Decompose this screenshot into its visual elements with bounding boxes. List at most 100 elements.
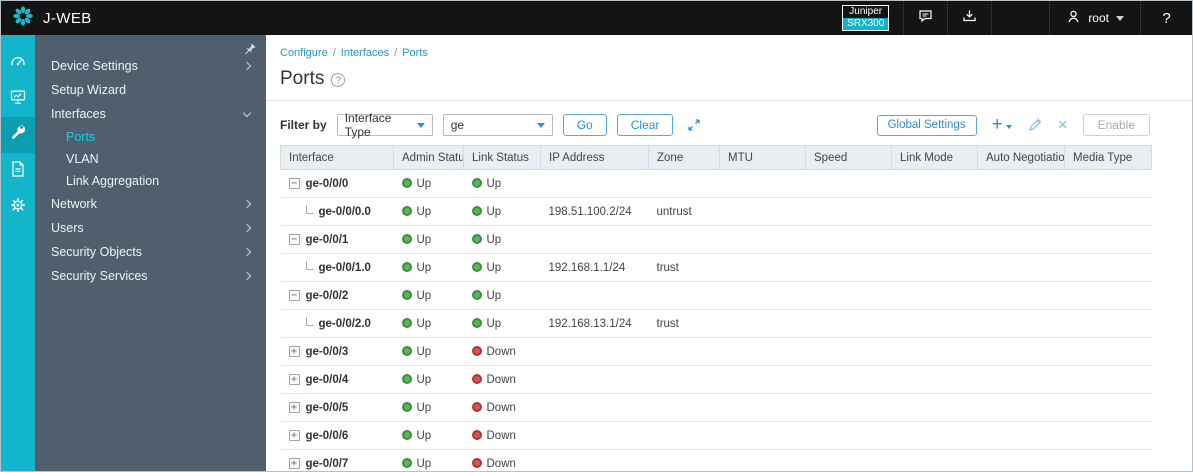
nav-administration-button[interactable] — [1, 189, 35, 225]
download-button[interactable] — [947, 1, 991, 35]
row-expander-icon[interactable]: + — [288, 458, 300, 469]
column-header[interactable]: Auto Negotiation... — [977, 145, 1065, 170]
sidebar-item-security-services[interactable]: Security Services — [35, 264, 266, 288]
filter-query-select[interactable]: ge — [442, 114, 553, 136]
auto-negotiation-cell — [977, 421, 1065, 450]
admin-status-label: Up — [416, 429, 432, 442]
fullscreen-expand-icon[interactable] — [687, 118, 701, 132]
table-row[interactable]: ge-0/0/2.0 Up Up 192.168.13.1/24 trust — [280, 309, 1152, 338]
filter-type-select[interactable]: Interface Type — [336, 111, 433, 139]
app-title: J-WEB — [43, 9, 92, 27]
ip-address-cell — [540, 449, 649, 471]
row-expander-icon[interactable]: + — [288, 346, 300, 357]
filter-by-label: Filter by — [280, 118, 327, 132]
global-settings-button[interactable]: Global Settings — [876, 114, 977, 136]
breadcrumb-ports[interactable]: Ports — [402, 47, 428, 59]
zone-cell — [648, 365, 720, 394]
link-status-dot — [471, 402, 482, 412]
table-row[interactable]: + ge-0/0/5 Up Down — [280, 393, 1152, 422]
username: root — [1088, 11, 1109, 25]
chevron-right-icon — [242, 61, 252, 71]
sidebar-item-vlan[interactable]: VLAN — [35, 148, 266, 170]
feedback-button[interactable] — [903, 1, 947, 35]
row-expander-icon[interactable]: + — [288, 374, 300, 385]
column-header[interactable]: Link Mode — [891, 145, 978, 170]
row-expander-icon[interactable]: − — [288, 234, 300, 245]
column-header[interactable]: Speed — [805, 145, 892, 170]
sidebar-item-label: Interfaces — [51, 107, 106, 121]
admin-status-dot — [401, 206, 412, 216]
link-mode-cell — [891, 225, 978, 254]
sidebar-item-network[interactable]: Network — [35, 192, 266, 216]
admin-status-label: Up — [416, 289, 432, 302]
column-header[interactable]: Link Status — [463, 145, 541, 170]
media-type-cell — [1064, 309, 1152, 338]
nav-report-button[interactable] — [1, 153, 35, 189]
table-row[interactable]: ge-0/0/0.0 Up Up 198.51.100.2/24 untrust — [280, 197, 1152, 226]
link-mode-cell — [891, 281, 978, 310]
link-status-label: Down — [486, 373, 516, 386]
media-type-cell — [1064, 365, 1152, 394]
auto-negotiation-cell — [977, 309, 1065, 338]
clear-button[interactable]: Clear — [616, 114, 674, 136]
chevron-right-icon — [242, 223, 252, 233]
link-status-cell: Up — [463, 197, 541, 226]
page-help-icon[interactable]: ? — [331, 73, 346, 87]
sidebar-item-label: VLAN — [66, 152, 99, 166]
mtu-cell — [719, 337, 806, 366]
nav-dashboard-button[interactable] — [1, 45, 35, 81]
breadcrumb-configure[interactable]: Configure — [280, 47, 328, 59]
sidebar-item-security-objects[interactable]: Security Objects — [35, 240, 266, 264]
link-status-cell: Down — [463, 421, 541, 450]
mtu-cell — [719, 393, 806, 422]
column-header[interactable]: Media Type — [1064, 145, 1152, 170]
interface-name: ge-0/0/2 — [305, 289, 349, 302]
delete-x-icon[interactable]: × — [1058, 116, 1068, 133]
table-row[interactable]: − ge-0/0/0 Up Up — [280, 169, 1152, 198]
nav-configure-button[interactable] — [1, 117, 35, 153]
sidebar-item-label: Link Aggregation — [66, 174, 160, 188]
table-row[interactable]: + ge-0/0/4 Up Down — [280, 365, 1152, 394]
mtu-cell — [719, 225, 806, 254]
sidebar-item-interfaces[interactable]: Interfaces — [35, 102, 266, 126]
column-header[interactable]: IP Address — [540, 145, 649, 170]
sidebar-item-setup-wizard[interactable]: Setup Wizard — [35, 78, 266, 102]
sidebar-item-link-aggregation[interactable]: Link Aggregation — [35, 170, 266, 192]
row-expander-icon[interactable]: + — [288, 402, 300, 413]
sidebar-item-device-settings[interactable]: Device Settings — [35, 54, 266, 78]
column-header[interactable]: Interface — [280, 145, 394, 170]
admin-status-cell: Up — [393, 169, 464, 198]
media-type-cell — [1064, 393, 1152, 422]
column-header[interactable]: MTU — [719, 145, 806, 170]
sidebar-item-ports[interactable]: Ports — [35, 126, 266, 148]
sidebar-item-label: Network — [51, 197, 97, 211]
table-row[interactable]: + ge-0/0/3 Up Down — [280, 337, 1152, 366]
go-button[interactable]: Go — [562, 114, 607, 136]
user-menu[interactable]: root — [1049, 1, 1140, 35]
pin-icon[interactable] — [243, 42, 257, 59]
table-row[interactable]: ge-0/0/1.0 Up Up 192.168.1.1/24 trust — [280, 253, 1152, 282]
link-status-dot — [471, 234, 482, 244]
row-expander-icon[interactable]: + — [288, 430, 300, 441]
column-header[interactable]: Zone — [648, 145, 720, 170]
row-expander-icon[interactable]: − — [288, 178, 300, 189]
interface-name: ge-0/0/2.0 — [318, 317, 371, 330]
table-row[interactable]: − ge-0/0/2 Up Up — [280, 281, 1152, 310]
link-status-label: Down — [486, 345, 516, 358]
table-header-row: InterfaceAdmin Status.Link StatusIP Addr… — [280, 145, 1152, 170]
ip-address-cell: 192.168.1.1/24 — [540, 253, 649, 282]
link-status-cell: Up — [463, 253, 541, 282]
edit-pencil-icon[interactable] — [1027, 117, 1043, 133]
add-button[interactable]: + — [992, 115, 1012, 134]
admin-status-dot — [401, 402, 412, 412]
breadcrumb-interfaces[interactable]: Interfaces — [341, 47, 389, 59]
sidebar-item-users[interactable]: Users — [35, 216, 266, 240]
column-header[interactable]: Admin Status. — [393, 145, 464, 170]
table-row[interactable]: − ge-0/0/1 Up Up — [280, 225, 1152, 254]
table-row[interactable]: + ge-0/0/7 Up Down — [280, 449, 1152, 471]
enable-button[interactable]: Enable — [1082, 114, 1150, 136]
help-button[interactable]: ? — [1140, 1, 1192, 35]
row-expander-icon[interactable]: − — [288, 290, 300, 301]
table-row[interactable]: + ge-0/0/6 Up Down — [280, 421, 1152, 450]
nav-monitor-button[interactable] — [1, 81, 35, 117]
